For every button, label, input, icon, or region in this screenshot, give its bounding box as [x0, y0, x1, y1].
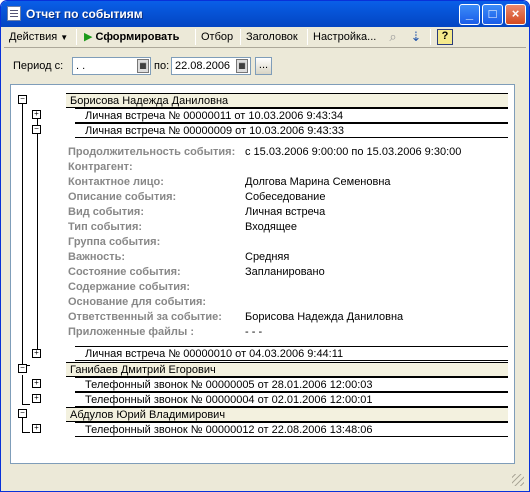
play-icon: ▶	[84, 31, 93, 43]
title-bar[interactable]: Отчет по событиям _ □ ×	[1, 1, 529, 27]
detail-label: Вид события:	[68, 206, 145, 218]
expand-icon[interactable]: +	[32, 379, 41, 388]
report-area[interactable]: − Борисова Надежда Даниловна + Личная вс…	[10, 84, 515, 464]
tree-line	[22, 418, 23, 432]
tree-line	[37, 119, 38, 353]
period-select-button[interactable]: ...	[255, 57, 272, 75]
detail-label: Тип события:	[68, 221, 143, 233]
expand-icon[interactable]: +	[32, 349, 41, 358]
detail-label: Описание события:	[68, 191, 177, 203]
collapse-icon[interactable]: −	[18, 364, 27, 373]
detail-value: с 15.03.2006 9:00:00 по 15.03.2006 9:30:…	[245, 146, 462, 158]
event-row[interactable]: Телефонный звонок № 00000005 от 28.01.20…	[75, 377, 508, 392]
detail-value: Средняя	[245, 251, 290, 263]
tree-line	[22, 103, 23, 365]
report-window: Отчет по событиям _ □ × Действия ▼ ▶ Сфо…	[0, 0, 530, 492]
group-header[interactable]: Ганибаев Дмитрий Егорович	[66, 362, 508, 377]
detail-label: Важность:	[68, 251, 126, 263]
detail-label: Состояние события:	[68, 266, 181, 278]
toolbar-separator	[307, 29, 308, 45]
period-panel: Период с: . . ▦ по: 22.08.2006 ▦ ...	[1, 56, 529, 78]
collapse-icon[interactable]: −	[18, 95, 27, 104]
expand-icon[interactable]: ⇣	[408, 29, 424, 45]
detail-value: - - -	[245, 326, 263, 338]
header-button[interactable]: Заголовок	[246, 28, 298, 46]
tree-line	[22, 404, 30, 405]
event-row[interactable]: Личная встреча № 00000009 от 10.03.2006 …	[75, 123, 508, 138]
detail-value: Собеседование	[245, 191, 326, 203]
detail-label: Контактное лицо:	[68, 176, 164, 188]
detail-label: Основание для события:	[68, 296, 207, 308]
expand-icon[interactable]: +	[32, 110, 41, 119]
group-header[interactable]: Борисова Надежда Даниловна	[66, 93, 508, 108]
maximize-button[interactable]: □	[482, 4, 503, 25]
event-row[interactable]: Телефонный звонок № 00000012 от 22.08.20…	[75, 422, 508, 437]
calendar-icon[interactable]: ▦	[236, 59, 248, 73]
help-button[interactable]: ?	[437, 29, 453, 45]
event-row[interactable]: Личная встреча № 00000010 от 04.03.2006 …	[75, 346, 508, 361]
event-row[interactable]: Телефонный звонок № 00000004 от 02.01.20…	[75, 392, 508, 407]
calendar-icon[interactable]: ▦	[137, 59, 149, 73]
toolbar: Действия ▼ ▶ Сформировать Отбор Заголово…	[4, 26, 526, 48]
group-header[interactable]: Абдулов Юрий Владимирович	[66, 407, 508, 422]
toolbar-separator	[430, 29, 431, 45]
detail-value: Входящее	[245, 221, 298, 233]
detail-label: Ответственный за событие:	[68, 311, 222, 323]
detail-value: Запланировано	[245, 266, 325, 278]
generate-button[interactable]: ▶ Сформировать	[84, 28, 179, 46]
period-from-label: Период с:	[13, 60, 64, 72]
document-icon	[7, 6, 21, 21]
tree-line	[22, 375, 23, 404]
detail-label: Контрагент:	[68, 161, 133, 173]
settings-button[interactable]: Настройка...	[313, 28, 376, 46]
status-bar	[4, 467, 526, 489]
chevron-down-icon: ▼	[60, 33, 69, 42]
tree-line	[22, 432, 30, 433]
search-icon[interactable]: ⌕	[385, 29, 401, 45]
event-row[interactable]: Личная встреча № 00000011 от 10.03.2006 …	[75, 108, 508, 123]
detail-value: Борисова Надежда Даниловна	[245, 311, 404, 323]
collapse-icon[interactable]: −	[32, 125, 41, 134]
toolbar-separator	[76, 29, 77, 45]
detail-value: Долгова Марина Семеновна	[245, 176, 391, 188]
expand-icon[interactable]: +	[32, 394, 41, 403]
detail-label: Содержание события:	[68, 281, 191, 293]
window-title: Отчет по событиям	[26, 7, 143, 21]
detail-value: Личная встреча	[245, 206, 326, 218]
toolbar-separator	[195, 29, 196, 45]
minimize-button[interactable]: _	[459, 4, 480, 25]
toolbar-separator	[240, 29, 241, 45]
period-to-label: по:	[154, 60, 170, 72]
detail-label: Продолжительность события:	[68, 146, 236, 158]
collapse-icon[interactable]: −	[18, 409, 27, 418]
filter-button[interactable]: Отбор	[201, 28, 233, 46]
resize-grip-icon[interactable]	[512, 474, 524, 486]
detail-label: Группа события:	[68, 236, 161, 248]
detail-label: Приложенные файлы :	[68, 326, 195, 338]
expand-icon[interactable]: +	[32, 424, 41, 433]
close-button[interactable]: ×	[505, 4, 526, 25]
actions-menu[interactable]: Действия ▼	[9, 28, 68, 46]
